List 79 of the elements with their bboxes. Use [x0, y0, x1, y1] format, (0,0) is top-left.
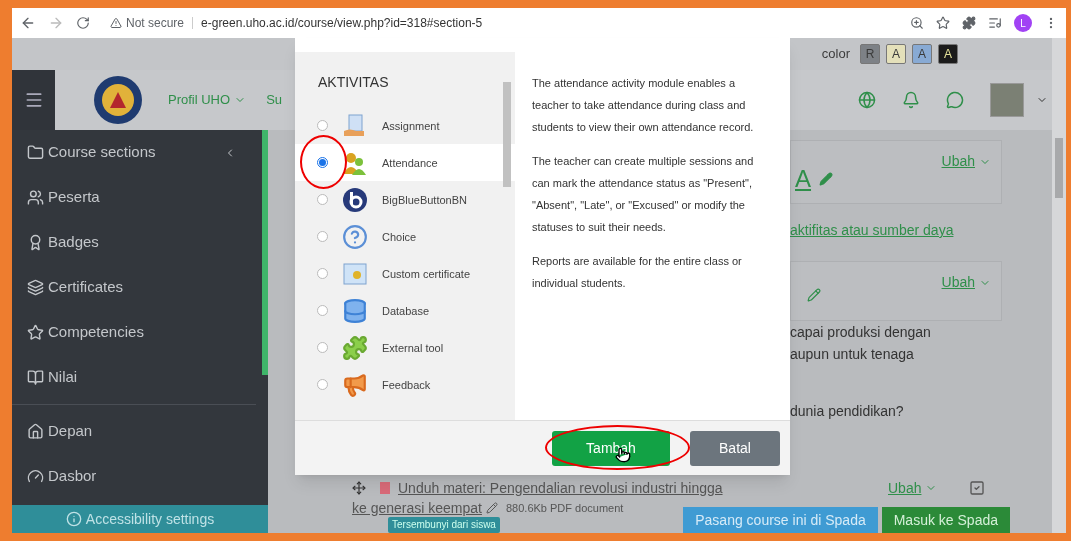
- hamburger-menu[interactable]: [12, 70, 55, 130]
- logo-icon: [342, 186, 368, 213]
- completion-checkbox[interactable]: [969, 480, 986, 496]
- notifications-icon[interactable]: [902, 91, 920, 109]
- sidebar-item[interactable]: Peserta: [12, 175, 262, 220]
- media-icon[interactable]: [988, 16, 1002, 30]
- radio-button[interactable]: [317, 379, 328, 390]
- gauge-icon: [27, 468, 44, 485]
- activity-option[interactable]: Feedback: [295, 366, 515, 403]
- resource-link[interactable]: Unduh materi: Pengendalian revolusi industri hingga: [398, 477, 818, 499]
- sidebar-item[interactable]: Badges: [12, 220, 262, 265]
- color-theme-button[interactable]: A: [912, 44, 932, 64]
- dialog-heading: AKTIVITAS: [318, 73, 390, 92]
- cancel-button[interactable]: Batal: [690, 430, 780, 466]
- description-text: aupun untuk tenaga: [790, 345, 915, 364]
- description-paragraph: The attendance activity module enables a teacher to take attendance during class and students to view their own attendance record.: [532, 76, 755, 135]
- globe-icon[interactable]: [858, 91, 876, 109]
- activity-option[interactable]: Database: [295, 292, 515, 329]
- activity-option[interactable]: Choice: [295, 218, 515, 255]
- database-icon: [342, 297, 368, 324]
- question-text: dunia pendidikan?: [790, 402, 905, 421]
- color-theme-button[interactable]: A: [938, 44, 958, 64]
- reload-icon[interactable]: [76, 16, 90, 30]
- user-avatar[interactable]: [990, 83, 1024, 117]
- bookmark-icon[interactable]: [936, 16, 950, 30]
- radio-button[interactable]: [317, 194, 328, 205]
- megaphone-icon: [342, 371, 368, 398]
- spada-enter-button[interactable]: Masuk ke Spada: [881, 507, 1010, 533]
- color-label: color: [821, 45, 850, 64]
- book-icon: [27, 369, 44, 386]
- radio-button[interactable]: [317, 342, 328, 353]
- sidebar-item[interactable]: Competencies: [12, 310, 262, 355]
- description-paragraph: Reports are available for the entire class or individual students.: [532, 254, 743, 291]
- puzzle-icon: [342, 334, 368, 361]
- info-icon: [65, 511, 82, 527]
- question-icon: [342, 223, 368, 250]
- sidebar-item[interactable]: Depan: [12, 409, 268, 454]
- messages-icon[interactable]: [946, 91, 964, 109]
- home-icon: [27, 423, 44, 440]
- radio-button[interactable]: [317, 268, 328, 279]
- address-bar[interactable]: Not secure e-green.uho.ac.id/course/view.php?id=318#section-5: [102, 12, 898, 34]
- description-text: capai produksi dengan: [790, 323, 932, 342]
- edit-icon[interactable]: [819, 172, 833, 186]
- sidebar-item[interactable]: Nilai: [12, 355, 262, 400]
- zoom-icon[interactable]: [910, 16, 924, 30]
- profile-avatar[interactable]: L: [1014, 14, 1032, 32]
- resource-link[interactable]: ke generasi keempat: [352, 497, 482, 519]
- activity-option[interactable]: BigBlueButtonBN: [295, 181, 515, 218]
- radio-button[interactable]: [317, 305, 328, 316]
- people-icon: [27, 189, 44, 206]
- activity-option[interactable]: External tool: [295, 329, 515, 366]
- highlight-circle: [300, 135, 347, 189]
- activity-option[interactable]: Assignment: [295, 107, 515, 144]
- sidebar-item[interactable]: Dasbor: [12, 454, 268, 499]
- edit-icon[interactable]: [485, 502, 498, 514]
- file-icon: [380, 482, 390, 494]
- edit-icon[interactable]: [807, 288, 821, 302]
- security-label: Not secure: [126, 15, 185, 32]
- hidden-badge: Tersembunyi dari siswa: [388, 517, 500, 533]
- sidebar-item[interactable]: Course sections: [12, 130, 262, 175]
- certificate-icon: [342, 260, 368, 287]
- activity-option[interactable]: Custom certificate: [295, 255, 515, 292]
- url-text: e-green.uho.ac.id/course/view.php?id=318#section-5: [201, 15, 483, 32]
- description-paragraph: The teacher can create multiple sessions and can mark the attendance status as "Present", "Absent", "Late", or "Excused" or modify the statuses to suit their needs.: [532, 154, 755, 235]
- extensions-icon[interactable]: [962, 16, 976, 30]
- radio-button[interactable]: [317, 157, 328, 168]
- file-info: 880.6Kb PDF document: [505, 500, 624, 516]
- activity-option[interactable]: Attendance: [295, 144, 515, 181]
- layers-icon: [27, 279, 44, 296]
- sidebar-item[interactable]: Certificates: [12, 265, 262, 310]
- star-icon: [27, 324, 44, 341]
- color-theme-button[interactable]: A: [886, 44, 906, 64]
- radio-button[interactable]: [317, 231, 328, 242]
- folder-icon: [27, 144, 44, 161]
- warning-icon: [110, 17, 122, 29]
- radio-button[interactable]: [317, 120, 328, 131]
- move-handle-icon[interactable]: [352, 481, 366, 495]
- forward-icon[interactable]: [48, 15, 64, 31]
- back-icon[interactable]: [20, 15, 36, 31]
